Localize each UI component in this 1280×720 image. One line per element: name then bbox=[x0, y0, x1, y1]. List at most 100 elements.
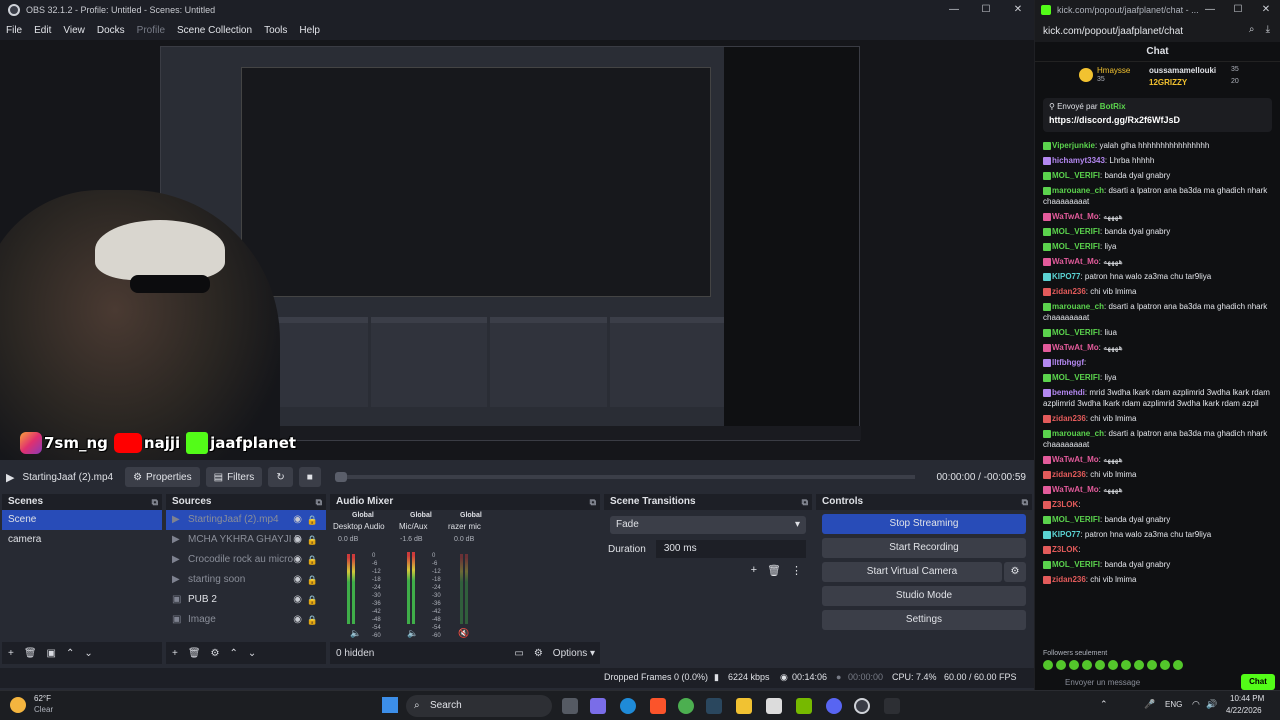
minimize-button[interactable]: — bbox=[1196, 0, 1224, 20]
obs-icon[interactable] bbox=[854, 698, 870, 714]
eye-icon[interactable]: ◉ bbox=[293, 570, 302, 590]
chat-username[interactable]: MOL_VERIFI bbox=[1052, 560, 1100, 569]
muted-speaker-icon[interactable]: 🔇 bbox=[458, 628, 469, 639]
menu-view[interactable]: View bbox=[63, 25, 85, 36]
chat-username[interactable]: KIPO77 bbox=[1052, 530, 1080, 539]
speaker-icon[interactable]: 🔈 bbox=[350, 628, 361, 639]
emote-icon[interactable] bbox=[1121, 660, 1131, 670]
chat-username[interactable]: marouane_ch bbox=[1052, 186, 1104, 195]
eye-icon[interactable]: ◉ bbox=[293, 530, 302, 550]
chat-username[interactable]: MOL_VERIFI bbox=[1052, 227, 1100, 236]
undock-icon[interactable]: ⧉ bbox=[590, 494, 596, 510]
trash-icon[interactable]: 🗑 bbox=[188, 648, 201, 659]
chat-username[interactable]: zidan236 bbox=[1052, 414, 1086, 423]
emote-icon[interactable] bbox=[1160, 660, 1170, 670]
chat-username[interactable]: lltfbhggf bbox=[1052, 358, 1084, 367]
wifi-icon[interactable]: ◠ bbox=[1192, 699, 1200, 710]
maximize-button[interactable]: ☐ bbox=[1224, 0, 1252, 20]
chevron-down-icon[interactable]: ⌄ bbox=[84, 648, 92, 659]
undock-icon[interactable]: ⧉ bbox=[152, 494, 158, 510]
chat-username[interactable]: MOL_VERIFI bbox=[1052, 242, 1100, 251]
store-icon[interactable] bbox=[766, 698, 782, 714]
chat-username[interactable]: Z3LOK bbox=[1052, 500, 1078, 509]
chat-username[interactable]: MOL_VERIFI bbox=[1052, 328, 1100, 337]
emote-icon[interactable] bbox=[1134, 660, 1144, 670]
channel-name[interactable]: razer mic bbox=[448, 522, 481, 531]
emote-icon[interactable] bbox=[1043, 660, 1053, 670]
mixer-options-button[interactable]: Options ▾ bbox=[553, 648, 595, 659]
chat-username[interactable]: Viperjunkie bbox=[1052, 141, 1095, 150]
add-icon[interactable]: + bbox=[8, 648, 14, 659]
undock-icon[interactable]: ⧉ bbox=[1022, 494, 1028, 510]
restart-button[interactable]: ↻ bbox=[268, 467, 293, 487]
menu-scene-collection[interactable]: Scene Collection bbox=[177, 25, 252, 36]
eye-icon[interactable]: ◉ bbox=[293, 510, 302, 530]
chat-username[interactable]: zidan236 bbox=[1052, 287, 1086, 296]
pinned-message[interactable]: ⚲ Envoyé par BotRix https://discord.gg/R… bbox=[1043, 98, 1272, 132]
source-item[interactable]: ▶ starting soon ◉ 🔒 bbox=[166, 570, 326, 590]
emote-icon[interactable] bbox=[1056, 660, 1066, 670]
stop-streaming-button[interactable]: Stop Streaming bbox=[822, 514, 1026, 534]
more-icon[interactable]: ⋮ bbox=[791, 564, 802, 577]
chat-username[interactable]: bemehdi bbox=[1052, 388, 1085, 397]
chat-username[interactable]: MOL_VERIFI bbox=[1052, 171, 1100, 180]
emote-icon[interactable] bbox=[1082, 660, 1092, 670]
emote-icon[interactable] bbox=[1147, 660, 1157, 670]
volume-icon[interactable]: 🔊 bbox=[1206, 699, 1217, 710]
source-item[interactable]: ▶ MCHA YKHRA GHAYJI D ◉ 🔒 bbox=[166, 530, 326, 550]
language-indicator[interactable]: ENG bbox=[1165, 700, 1182, 709]
file-explorer-icon[interactable] bbox=[736, 698, 752, 714]
lock-icon[interactable]: 🔒 bbox=[307, 570, 318, 590]
chat-username[interactable]: Z3LOK bbox=[1052, 545, 1078, 554]
undock-icon[interactable]: ⧉ bbox=[802, 494, 808, 510]
nvidia-icon[interactable] bbox=[796, 698, 812, 714]
properties-button[interactable]: ⚙ Properties bbox=[125, 467, 200, 487]
eye-icon[interactable]: ◉ bbox=[293, 610, 302, 630]
brave-icon[interactable] bbox=[650, 698, 666, 714]
filter-icon[interactable]: ▣ bbox=[47, 648, 56, 659]
eye-icon[interactable]: ◉ bbox=[293, 550, 302, 570]
source-item[interactable]: ▶ StartingJaaf (2).mp4 ◉ 🔒 bbox=[166, 510, 326, 530]
transition-select[interactable]: Fade bbox=[610, 516, 806, 534]
menu-edit[interactable]: Edit bbox=[34, 25, 51, 36]
chevron-up-icon[interactable]: ⌃ bbox=[66, 648, 74, 659]
start-recording-button[interactable]: Start Recording bbox=[822, 538, 1026, 558]
layout-icon[interactable]: ▭ bbox=[514, 648, 523, 659]
task-view-icon[interactable] bbox=[562, 698, 578, 714]
scene-item[interactable]: Scene bbox=[2, 510, 162, 530]
add-icon[interactable]: + bbox=[172, 648, 178, 659]
emote-icon[interactable] bbox=[1069, 660, 1079, 670]
chat-username[interactable]: WaTwAt_Mo bbox=[1052, 343, 1099, 352]
emote-icon[interactable] bbox=[1095, 660, 1105, 670]
source-item[interactable]: ▶ Crocodile rock au micro ◉ 🔒 bbox=[166, 550, 326, 570]
minimize-button[interactable]: — bbox=[938, 0, 970, 20]
studio-mode-button[interactable]: Studio Mode bbox=[822, 586, 1026, 606]
address-bar[interactable]: kick.com/popout/jaafplanet/chat ⌕ ⤓ bbox=[1035, 20, 1280, 42]
discord-icon[interactable] bbox=[826, 698, 842, 714]
menu-tools[interactable]: Tools bbox=[264, 25, 287, 36]
maximize-button[interactable]: ☐ bbox=[970, 0, 1002, 20]
menu-profile[interactable]: Profile bbox=[137, 25, 165, 36]
clock-time[interactable]: 10:44 PM bbox=[1230, 694, 1264, 703]
windows-start-icon[interactable] bbox=[382, 697, 398, 713]
start-virtual-camera-button[interactable]: Start Virtual Camera bbox=[822, 562, 1002, 582]
lock-icon[interactable]: 🔒 bbox=[307, 530, 318, 550]
lock-icon[interactable]: 🔒 bbox=[307, 610, 318, 630]
preview-canvas[interactable]: 7sm_ng najji jaafplanet bbox=[0, 40, 1034, 460]
copilot-icon[interactable] bbox=[590, 698, 606, 714]
send-chat-button[interactable]: Chat bbox=[1241, 674, 1275, 690]
scene-item[interactable]: camera bbox=[2, 530, 162, 550]
seek-slider[interactable] bbox=[334, 472, 915, 482]
chat-username[interactable]: WaTwAt_Mo bbox=[1052, 455, 1099, 464]
close-button[interactable]: ✕ bbox=[1002, 0, 1034, 20]
message-input[interactable]: Envoyer un message bbox=[1043, 676, 1203, 690]
chat-username[interactable]: zidan236 bbox=[1052, 470, 1086, 479]
chat-username[interactable]: hichamyt3343 bbox=[1052, 156, 1105, 165]
chat-username[interactable]: WaTwAt_Mo bbox=[1052, 257, 1099, 266]
chat-username[interactable]: marouane_ch bbox=[1052, 429, 1104, 438]
microphone-icon[interactable]: 🎤 bbox=[1144, 699, 1155, 710]
emote-icon[interactable] bbox=[1173, 660, 1183, 670]
lock-icon[interactable]: 🔒 bbox=[307, 510, 318, 530]
settings-button[interactable]: Settings bbox=[822, 610, 1026, 630]
search-icon[interactable]: ⌕ ⤓ bbox=[1249, 24, 1270, 35]
